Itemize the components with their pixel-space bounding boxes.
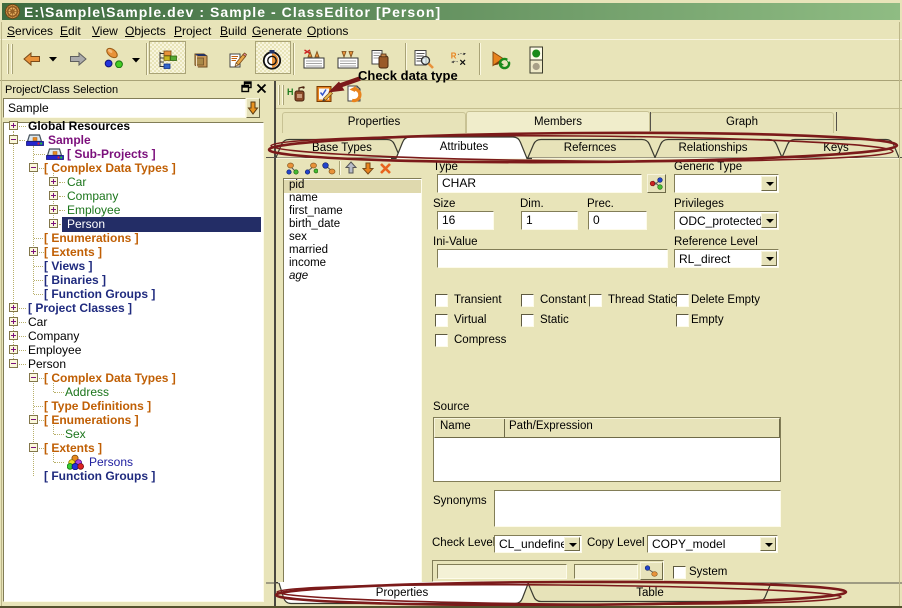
svg-text:H: H: [287, 87, 294, 97]
svg-text:R: R: [451, 52, 457, 61]
